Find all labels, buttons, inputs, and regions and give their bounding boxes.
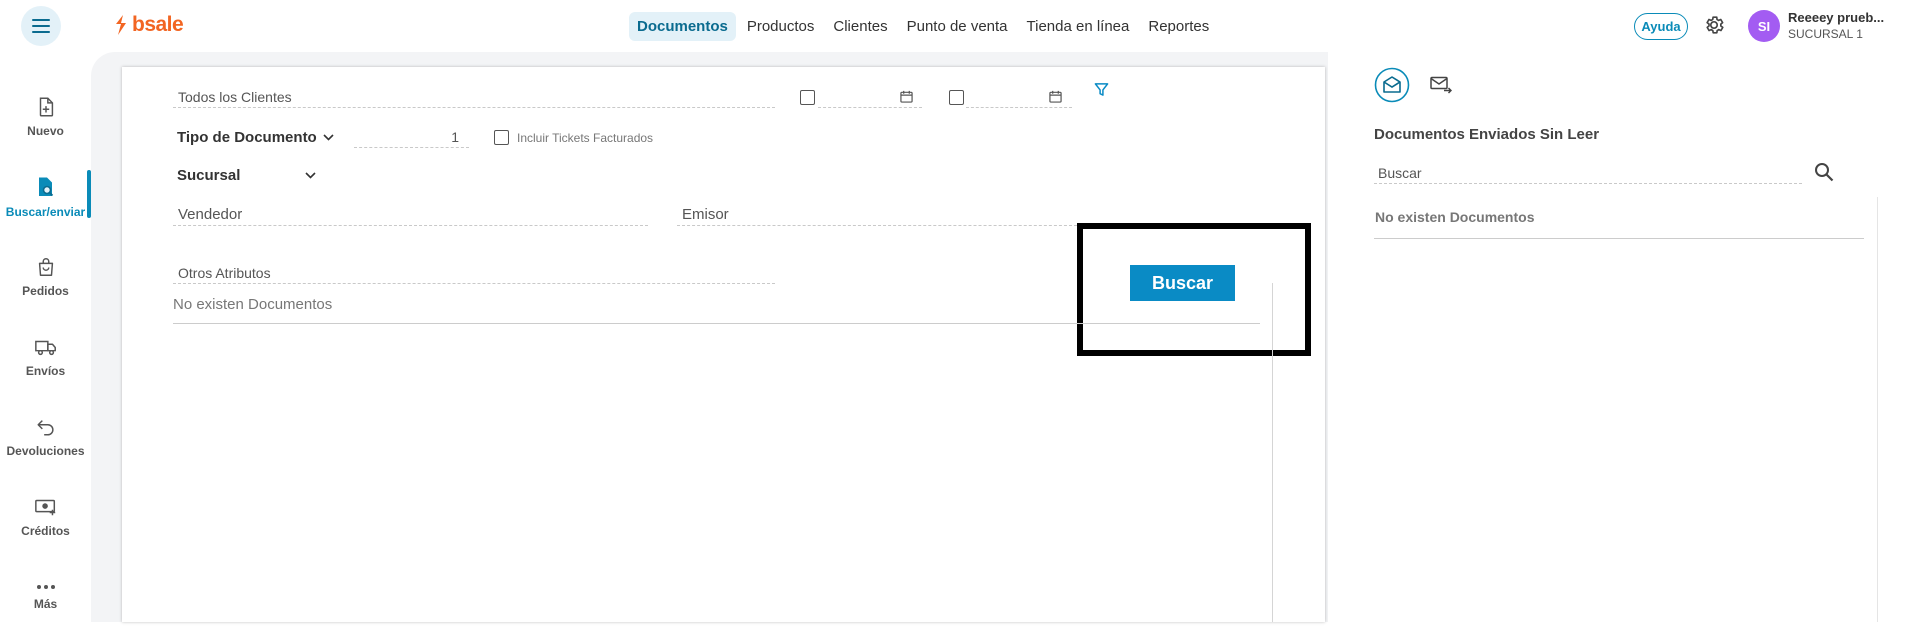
branch-label: Sucursal: [177, 167, 241, 184]
nav-documentos[interactable]: Documentos: [629, 11, 736, 41]
user-avatar[interactable]: SI: [1748, 10, 1780, 42]
sidebar-item-pedidos[interactable]: Pedidos: [0, 242, 91, 312]
right-empty-message: No existen Documentos: [1375, 209, 1535, 225]
results-empty-message: No existen Documentos: [173, 296, 333, 313]
top-navigation: Documentos Productos Clientes Punto de v…: [629, 10, 1220, 42]
issuer-input[interactable]: Emisor: [677, 202, 1077, 226]
document-number-input[interactable]: 1: [354, 126, 469, 148]
nav-productos[interactable]: Productos: [739, 12, 823, 41]
settings-button[interactable]: [1703, 14, 1725, 36]
branch-select[interactable]: Sucursal: [177, 167, 316, 184]
clients-input[interactable]: Todos los Clientes: [173, 86, 775, 108]
unread-documents-title: Documentos Enviados Sin Leer: [1374, 126, 1600, 143]
search-button[interactable]: Buscar: [1130, 265, 1235, 301]
top-bar: bsale Documentos Productos Clientes Punt…: [0, 0, 1910, 52]
calendar-icon[interactable]: [1049, 90, 1062, 103]
bsale-logo-icon: [116, 15, 126, 35]
nav-clientes[interactable]: Clientes: [825, 12, 895, 41]
other-attributes-placeholder: Otros Atributos: [178, 265, 271, 281]
hamburger-icon: [32, 19, 50, 33]
nav-tienda-en-linea[interactable]: Tienda en línea: [1019, 12, 1138, 41]
sidebar-item-label: Buscar/enviar: [5, 205, 86, 219]
right-search-placeholder: Buscar: [1378, 165, 1422, 181]
nav-punto-de-venta[interactable]: Punto de venta: [899, 12, 1016, 41]
document-type-label: Tipo de Documento: [177, 129, 317, 146]
cash-icon: [34, 499, 55, 516]
brand-logo[interactable]: bsale: [114, 13, 184, 37]
other-attributes-input[interactable]: Otros Atributos: [173, 262, 775, 284]
seller-placeholder: Vendedor: [178, 206, 243, 223]
left-sidebar: Nuevo Buscar/enviar Pedidos Envíos Devol…: [0, 52, 91, 622]
results-vertical-divider: [1272, 283, 1273, 622]
truck-icon: [34, 340, 56, 356]
filter-icon[interactable]: [1094, 82, 1109, 97]
return-arrow-icon: [36, 420, 54, 436]
more-dots-icon: [36, 585, 55, 589]
include-tickets-checkbox[interactable]: [494, 130, 509, 145]
nav-reportes[interactable]: Reportes: [1140, 12, 1217, 41]
search-icon[interactable]: [1814, 162, 1834, 182]
chevron-down-icon: [305, 172, 316, 179]
gear-icon: [1706, 16, 1724, 34]
date-to-checkbox[interactable]: [949, 90, 964, 105]
brand-name: bsale: [132, 13, 184, 36]
file-plus-icon: [39, 97, 53, 117]
right-divider: [1374, 238, 1864, 239]
sidebar-item-devoluciones[interactable]: Devoluciones: [0, 402, 91, 472]
bag-icon: [38, 258, 53, 276]
file-search-icon: [38, 177, 53, 197]
sidebar-item-label: Envíos: [25, 364, 66, 378]
issuer-placeholder: Emisor: [682, 206, 729, 223]
forward-mail-icon[interactable]: [1430, 76, 1452, 94]
chevron-down-icon: [323, 134, 334, 141]
search-card: [122, 67, 1325, 622]
right-search-input[interactable]: Buscar: [1374, 162, 1802, 184]
results-divider: [173, 323, 1260, 324]
sidebar-item-buscar-enviar[interactable]: Buscar/enviar: [0, 162, 91, 232]
clients-placeholder: Todos los Clientes: [178, 89, 292, 105]
sidebar-item-label: Más: [33, 597, 58, 611]
include-tickets-label: Incluir Tickets Facturados: [517, 131, 654, 145]
sidebar-item-envios[interactable]: Envíos: [0, 322, 91, 392]
sidebar-item-label: Nuevo: [27, 124, 64, 138]
user-name[interactable]: Reeeey prueb...: [1788, 10, 1884, 25]
seller-input[interactable]: Vendedor: [173, 202, 648, 226]
calendar-icon[interactable]: [900, 90, 913, 103]
sidebar-item-label: Créditos: [21, 524, 70, 538]
inbox-envelope-icon[interactable]: [1374, 67, 1410, 103]
sidebar-item-nuevo[interactable]: Nuevo: [0, 82, 91, 152]
help-button[interactable]: Ayuda: [1634, 13, 1688, 40]
sidebar-item-creditos[interactable]: Créditos: [0, 482, 91, 552]
right-scroll-divider: [1877, 197, 1878, 622]
sidebar-item-label: Pedidos: [22, 284, 69, 298]
document-number-value: 1: [451, 129, 459, 145]
date-from-checkbox[interactable]: [800, 90, 815, 105]
user-branch: SUCURSAL 1: [1788, 27, 1863, 41]
document-type-select[interactable]: Tipo de Documento: [177, 129, 334, 146]
menu-toggle-button[interactable]: [21, 6, 61, 46]
right-panel: Documentos Enviados Sin Leer Buscar No e…: [1328, 52, 1910, 622]
sidebar-item-label: Devoluciones: [6, 444, 85, 458]
